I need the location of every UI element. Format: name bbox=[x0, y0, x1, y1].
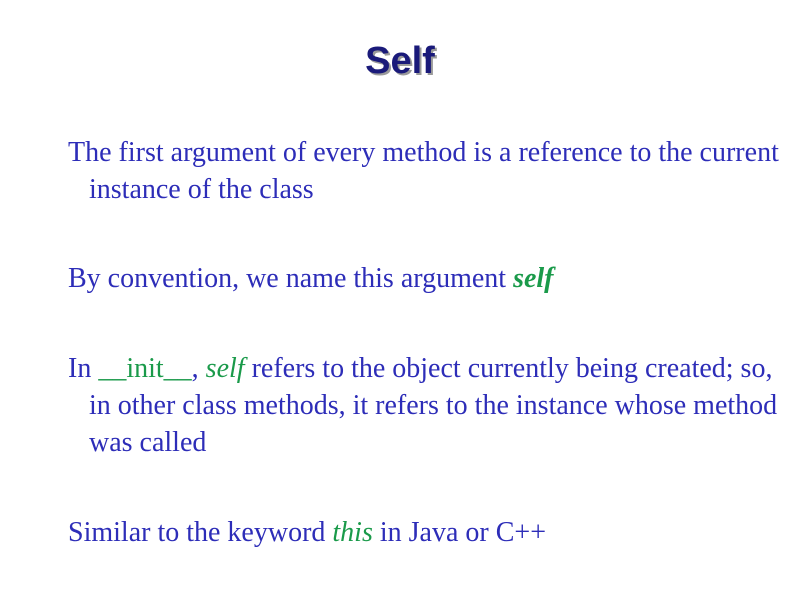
bullet-convention: By convention, we name this argument sel… bbox=[68, 260, 789, 297]
bullet-first-argument: The first argument of every method is a … bbox=[68, 134, 789, 208]
keyword-this: this bbox=[332, 517, 373, 548]
bullet-text: Similar to the keyword bbox=[68, 517, 333, 548]
bullet-text: The first argument of every method is a … bbox=[68, 137, 779, 205]
bullet-text: in Java or C++ bbox=[372, 517, 546, 548]
bullet-text: By convention, we name this argument bbox=[68, 263, 514, 294]
bullet-similar: Similar to the keyword this in Java or C… bbox=[68, 514, 789, 551]
slide: Self The first argument of every method … bbox=[0, 0, 800, 600]
bullet-text: In bbox=[68, 353, 99, 384]
slide-title: Self bbox=[365, 40, 435, 82]
bullet-text: , bbox=[191, 353, 206, 384]
keyword-self: self bbox=[205, 353, 245, 384]
keyword-self: self bbox=[513, 263, 554, 294]
keyword-init: __init__ bbox=[98, 353, 192, 384]
bullet-init: In __init__, self refers to the object c… bbox=[68, 350, 789, 461]
